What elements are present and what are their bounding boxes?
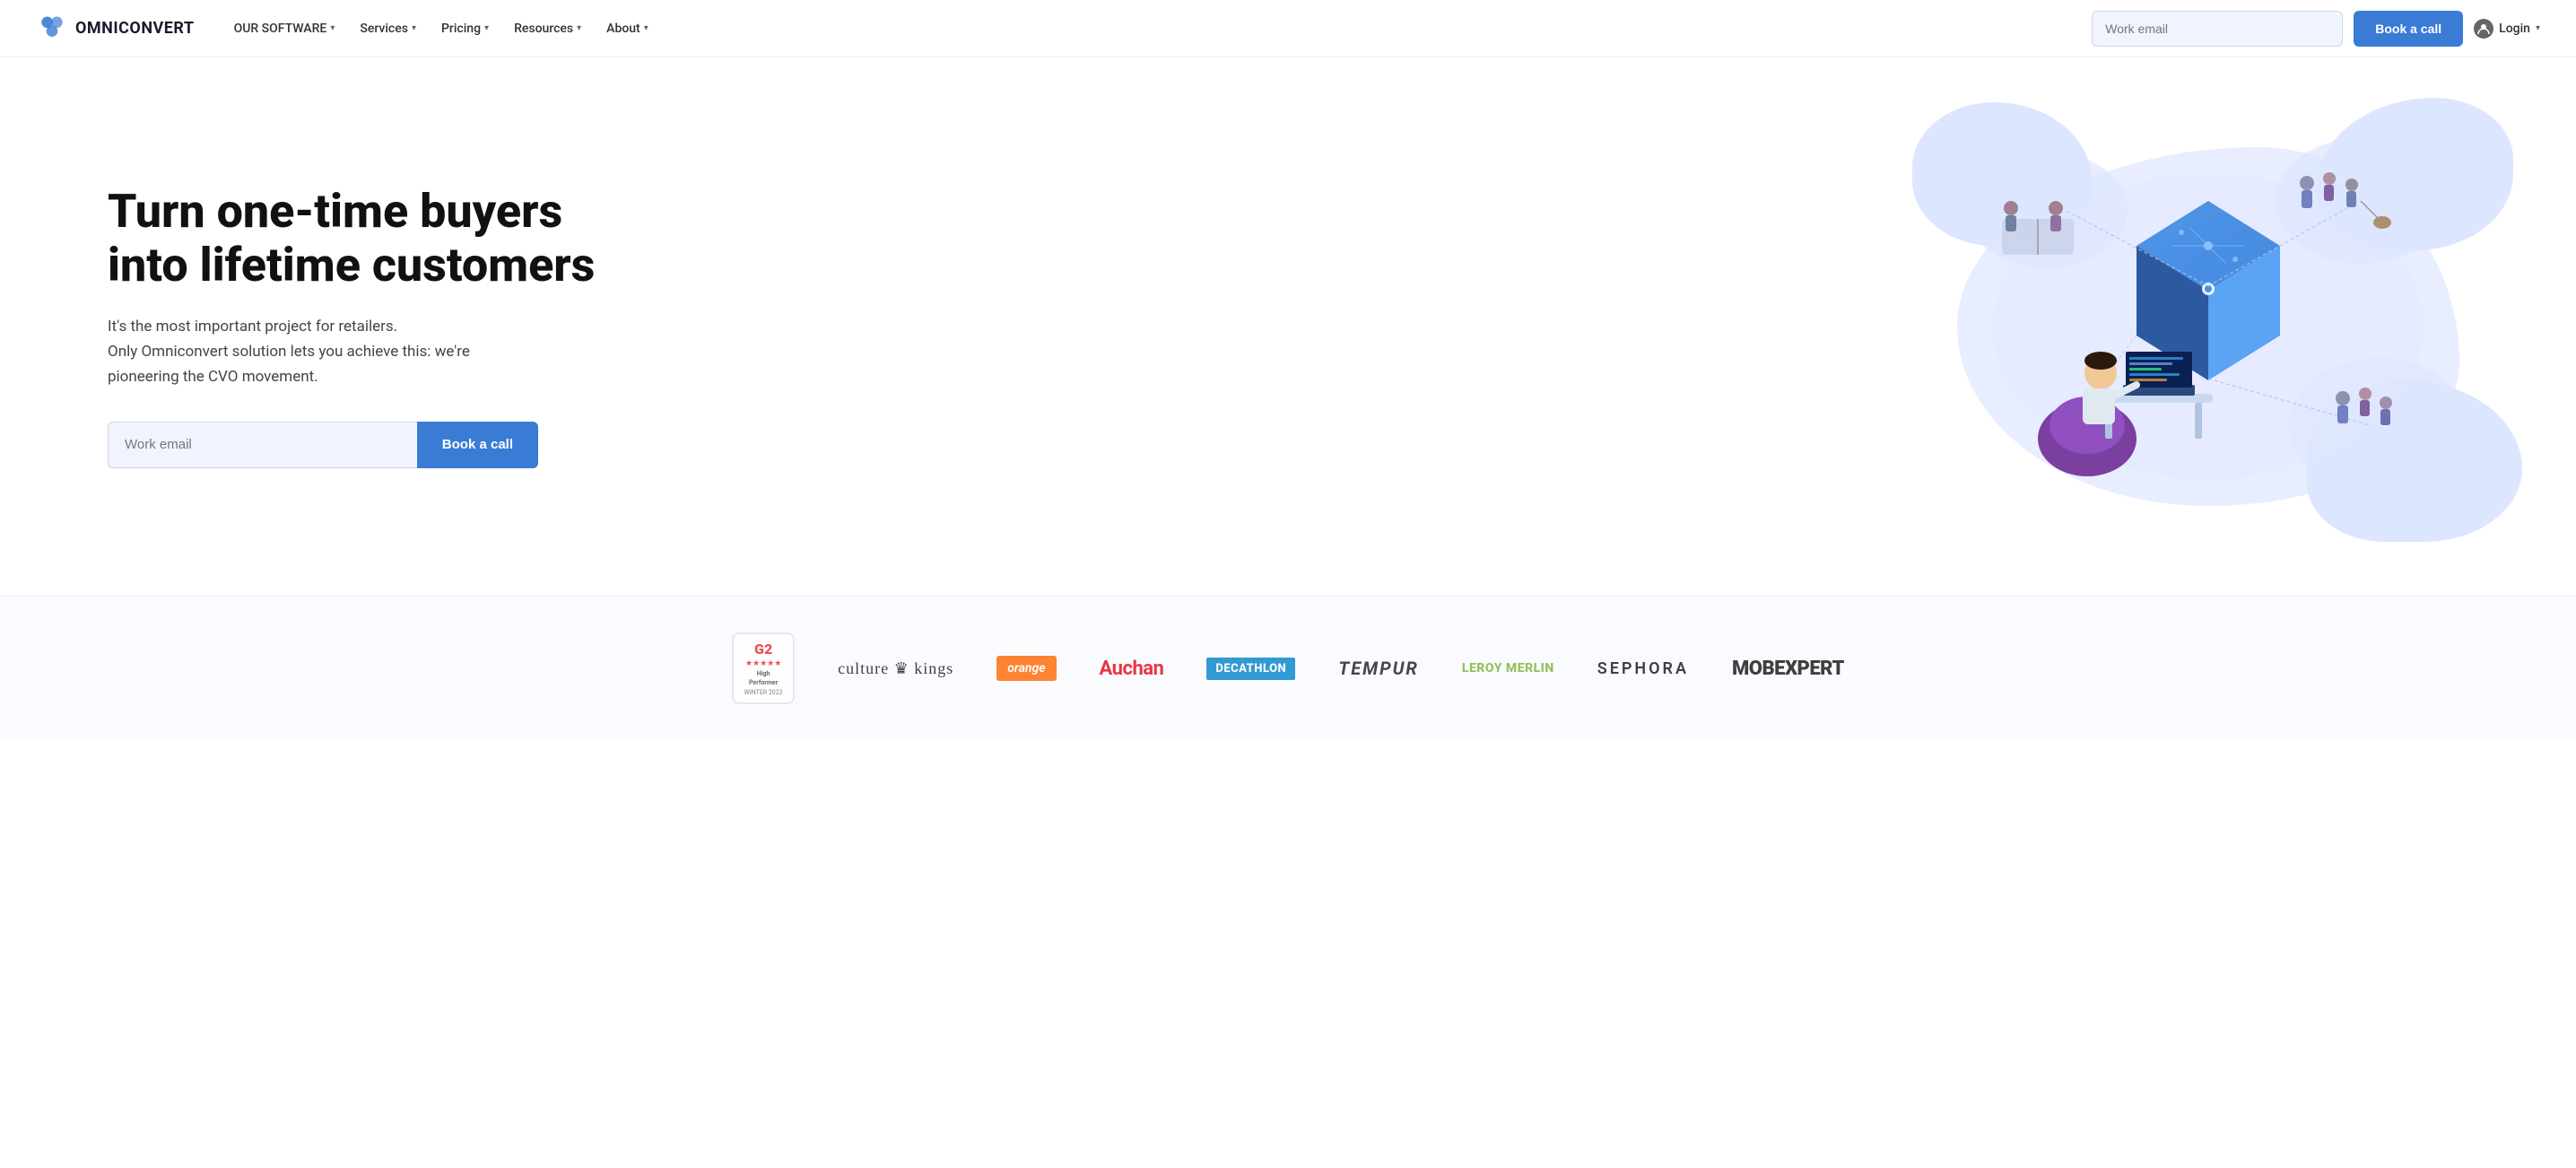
nav-email-input[interactable]	[2092, 11, 2343, 47]
logos-inner: G2 ★★★★★ High Performer WINTER 2022 cult…	[72, 632, 2504, 704]
nav-right: Book a call Login ▾	[2092, 11, 2540, 47]
login-label: Login	[2499, 22, 2530, 36]
brand-sephora-text: SEPHORA	[1597, 659, 1689, 678]
chevron-down-icon: ▾	[330, 23, 335, 33]
chevron-down-icon: ▾	[2536, 23, 2540, 33]
logos-bar: G2 ★★★★★ High Performer WINTER 2022 cult…	[0, 596, 2576, 740]
g2-badge-text: High Performer	[749, 670, 778, 686]
hero-illustration	[628, 111, 2468, 542]
brand-tempur-text: TEMPUR	[1338, 658, 1419, 679]
nav-item-software[interactable]: OUR SOFTWARE ▾	[223, 14, 346, 43]
brand-mobexpert-text: MOBEXPERT	[1732, 658, 1844, 680]
nav-item-services[interactable]: Services ▾	[349, 14, 427, 43]
login-area[interactable]: Login ▾	[2474, 19, 2540, 39]
logo-sephora: SEPHORA	[1597, 659, 1689, 678]
scene-svg	[1957, 129, 2459, 524]
chevron-down-icon: ▾	[484, 23, 489, 33]
g2-stars: ★★★★★	[745, 659, 781, 668]
brand-decathlon-text: DECATHLON	[1206, 658, 1295, 680]
logo-tempur: TEMPUR	[1338, 658, 1419, 679]
hero-cta: Book a call	[108, 422, 538, 468]
nav-item-pricing[interactable]: Pricing ▾	[431, 14, 500, 43]
navbar: OMNICONVERT OUR SOFTWARE ▾ Services ▾ Pr…	[0, 0, 2576, 57]
nav-item-resources[interactable]: Resources ▾	[503, 14, 592, 43]
iso-scene	[1957, 129, 2459, 524]
logo-mobexpert: MOBEXPERT	[1732, 658, 1844, 680]
brand-orange-text: orange	[996, 656, 1056, 681]
logo-auchan: Auchan	[1100, 658, 1164, 680]
logo-g2-badge: G2 ★★★★★ High Performer WINTER 2022	[732, 632, 795, 704]
logo-link[interactable]: OMNICONVERT	[36, 13, 195, 45]
logo-culture-kings: culture ♛ kings	[838, 659, 953, 678]
hero-subtitle: It's the most important project for reta…	[108, 314, 520, 389]
chevron-down-icon: ▾	[412, 23, 416, 33]
nav-book-call-button[interactable]: Book a call	[2354, 11, 2463, 47]
brand-culture-kings-text: culture ♛ kings	[838, 659, 953, 678]
brand-leroymerlin-text: LEROY MERLIN	[1462, 661, 1554, 676]
nav-item-about[interactable]: About ▾	[596, 14, 659, 43]
hero-title: Turn one-time buyers into lifetime custo…	[108, 185, 628, 292]
logo-text: OMNICONVERT	[75, 19, 195, 38]
user-icon	[2474, 19, 2493, 39]
hero-book-call-button[interactable]: Book a call	[417, 422, 538, 468]
hero-email-input[interactable]	[108, 422, 417, 468]
hero-content: Turn one-time buyers into lifetime custo…	[108, 185, 628, 468]
logo-decathlon: DECATHLON	[1206, 658, 1295, 680]
g2-logo: G2	[754, 641, 772, 658]
illustration-bg	[1894, 93, 2522, 560]
hero-section: Turn one-time buyers into lifetime custo…	[0, 57, 2576, 596]
chevron-down-icon: ▾	[644, 23, 648, 33]
logo-leroy-merlin: LEROY MERLIN	[1462, 661, 1554, 676]
logo-orange: orange	[996, 656, 1056, 681]
brand-auchan-text: Auchan	[1100, 658, 1164, 680]
g2-badge: G2 ★★★★★ High Performer WINTER 2022	[732, 632, 795, 704]
nav-links: OUR SOFTWARE ▾ Services ▾ Pricing ▾ Reso…	[223, 14, 2093, 43]
g2-badge-bottom: WINTER 2022	[744, 689, 783, 696]
chevron-down-icon: ▾	[577, 23, 581, 33]
logo-icon	[36, 13, 68, 45]
